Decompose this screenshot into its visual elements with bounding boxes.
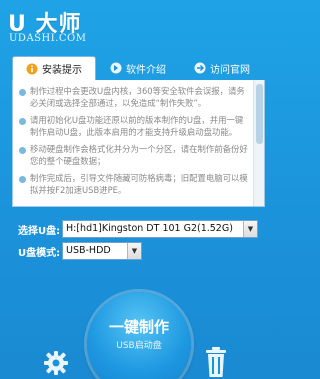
tip-text: 制作完成后，引导文件随藏可防格病毒；旧配置电脑可以模拟并按F2加速USB进PE。	[30, 173, 248, 195]
bullet-icon	[19, 118, 26, 125]
mode-select-value: USB-HDD	[66, 245, 111, 256]
mode-select-row: U盘模式: USB-HDD ▼	[18, 242, 142, 260]
chevron-down-icon[interactable]: ▼	[243, 221, 257, 237]
link-icon	[194, 62, 206, 74]
tip-text: 制作过程中会更改U盘内核，360等安全软件会误报，请务必关闭或选择全部通过，以免…	[30, 86, 245, 108]
tip-item: 移动硬盘制作会格式化并分为一个分区，请在制作前备份好您的整个硬盘数据；	[19, 144, 250, 167]
tab-install-tips[interactable]: 安装提示	[12, 56, 96, 80]
disk-select-value: H:[hd1]Kingston DT 101 G2(1.52G)	[66, 223, 233, 234]
mode-select-label: U盘模式:	[18, 247, 61, 259]
scrollbar-thumb[interactable]	[256, 84, 263, 144]
bullet-icon	[19, 176, 26, 183]
bullet-icon	[19, 147, 26, 154]
bullet-icon	[19, 89, 26, 96]
trash-icon[interactable]	[203, 346, 229, 379]
tab-software-intro[interactable]: 软件介绍	[96, 56, 180, 80]
make-bootable-usb-button[interactable]: 一键制作 USB启动盘	[87, 292, 191, 379]
disk-select[interactable]: H:[hd1]Kingston DT 101 G2(1.52G) ▼	[62, 220, 258, 238]
tip-text: 移动硬盘制作会格式化并分为一个分区，请在制作前备份好您的整个硬盘数据；	[30, 144, 248, 166]
tab-label: 安装提示	[42, 65, 82, 76]
tip-item: 制作完成后，引导文件随藏可防格病毒；旧配置电脑可以模拟并按F2加速USB进PE。	[19, 173, 250, 196]
tip-item: 制作过程中会更改U盘内核，360等安全软件会误报，请务必关闭或选择全部通过，以免…	[19, 86, 250, 109]
info-icon	[26, 63, 38, 75]
arrow-icon	[110, 62, 122, 74]
disk-select-label: 选择U盘:	[18, 225, 61, 237]
gear-icon[interactable]	[42, 349, 70, 379]
header: U 大师 UDASHI.COM	[0, 0, 277, 52]
tab-label: 软件介绍	[126, 64, 166, 76]
mode-select[interactable]: USB-HDD ▼	[62, 242, 142, 260]
make-button-subtitle: USB启动盘	[116, 341, 162, 351]
tab-label: 访问官网	[210, 64, 250, 76]
disk-select-row: 选择U盘: H:[hd1]Kingston DT 101 G2(1.52G) ▼	[18, 220, 258, 238]
tips-scrollbar[interactable]	[253, 80, 264, 206]
logo-domain: UDASHI.COM	[9, 33, 87, 44]
make-button-title: 一键制作	[108, 318, 169, 336]
chevron-down-icon[interactable]: ▼	[127, 243, 141, 259]
tips-list: 制作过程中会更改U盘内核，360等安全软件会误报，请务必关闭或选择全部通过，以免…	[13, 80, 254, 206]
tab-visit-website[interactable]: 访问官网	[180, 56, 264, 80]
tips-panel: 制作过程中会更改U盘内核，360等安全软件会误报，请务必关闭或选择全部通过，以免…	[12, 80, 265, 207]
tip-item: 请用初始化U盘功能还原以前的版本制作的U盘，并用一键制作启动U盘，此版本启用的才…	[19, 115, 250, 138]
tip-text: 请用初始化U盘功能还原以前的版本制作的U盘，并用一键制作启动U盘，此版本启用的才…	[30, 115, 244, 137]
tab-bar: 安装提示 软件介绍 访问官网	[12, 56, 265, 80]
